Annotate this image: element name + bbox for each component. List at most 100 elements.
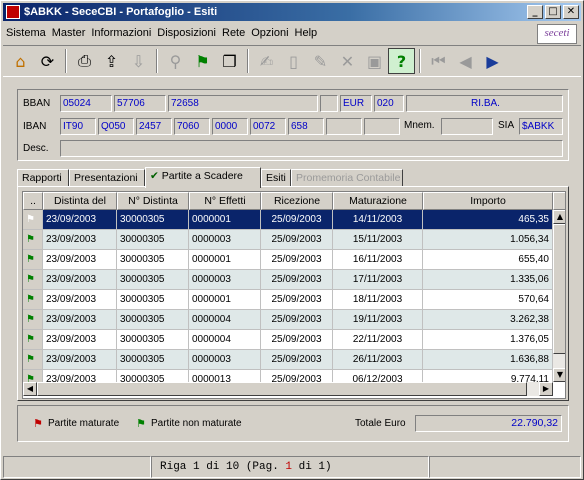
menu-master[interactable]: Master [49, 27, 89, 39]
column-header[interactable]: Maturazione [333, 192, 423, 210]
iban-field-5[interactable]: 0000 [212, 118, 248, 135]
menu-rete[interactable]: Rete [219, 27, 248, 39]
tab-esiti[interactable]: Esiti [261, 169, 291, 187]
menu-informazioni[interactable]: Informazioni [88, 27, 154, 39]
currency-field[interactable]: EUR [340, 95, 372, 112]
table-cell: 23/09/2003 [43, 250, 117, 270]
menu-help[interactable]: Help [292, 27, 321, 39]
tab-partite-a-scadere-label: Partite a Scadere [161, 170, 243, 182]
scroll-right-icon[interactable]: ▶ [539, 382, 553, 396]
green-flag-icon: ⚑ [23, 330, 43, 350]
copy-icon[interactable]: ❐ [216, 48, 243, 74]
close-button[interactable]: ✕ [563, 5, 579, 19]
flag-icon[interactable]: ⚑ [189, 48, 216, 74]
bban-field-cab[interactable]: 57706 [114, 95, 166, 112]
search-icon: ⚲ [169, 51, 182, 71]
table-cell: 30000305 [117, 270, 189, 290]
sia-field[interactable]: $ABKK [519, 118, 563, 135]
table-cell: 23/09/2003 [43, 290, 117, 310]
horizontal-scrollbar[interactable]: ◀ ▶ [23, 382, 553, 396]
upload-icon[interactable]: ⇪ [98, 48, 125, 74]
iban-field-1[interactable]: IT90 [60, 118, 96, 135]
table-cell: 18/11/2003 [333, 290, 423, 310]
table-cell: 465,35 [423, 210, 553, 230]
service-type-field[interactable]: RI.BA. [406, 95, 563, 112]
not-matured-label: Partite non maturate [151, 418, 242, 429]
table-row[interactable]: ⚑ 23/09/2003 30000305 0000003 25/09/2003 26/1… [23, 350, 553, 370]
app-icon[interactable] [6, 5, 20, 19]
vertical-scrollbar[interactable]: ▲ ▼ [553, 210, 565, 382]
green-flag-icon: ⚑ [136, 417, 146, 430]
table-row[interactable]: ⚑ 23/09/2003 30000305 0000001 25/09/2003 16/1… [23, 250, 553, 270]
bban-field-abi[interactable]: 05024 [60, 95, 112, 112]
menu-disposizioni[interactable]: Disposizioni [154, 27, 219, 39]
seceti-logo: seceti [537, 24, 577, 44]
tab-presentazioni[interactable]: Presentazioni [69, 169, 145, 187]
scroll-up-icon[interactable]: ▲ [553, 210, 565, 224]
iban-field-6[interactable]: 0072 [250, 118, 286, 135]
toolbar-separator [419, 49, 421, 73]
bban-field-cin[interactable] [320, 95, 338, 112]
delete-icon: ✕ [340, 51, 355, 71]
vertical-scroll-thumb[interactable] [553, 224, 565, 354]
table-cell: 1.376,05 [423, 330, 553, 350]
print-icon[interactable]: ⎙ [71, 48, 98, 74]
table-cell: 0000003 [189, 230, 261, 250]
column-header[interactable]: Distinta del [43, 192, 117, 210]
table-row[interactable]: ⚑ 23/09/2003 30000305 0000003 25/09/2003 17/1… [23, 270, 553, 290]
refresh-icon[interactable]: ⟳ [34, 48, 61, 74]
table-cell: 3.262,38 [423, 310, 553, 330]
home-icon[interactable]: ⌂ [7, 48, 34, 74]
mnem-field[interactable] [441, 118, 493, 135]
scroll-down-icon[interactable]: ▼ [553, 368, 565, 382]
table-row[interactable]: ⚑ 23/09/2003 30000305 0000001 25/09/2003 18/1… [23, 290, 553, 310]
iban-field-2[interactable]: Q050 [98, 118, 134, 135]
download-icon: ⇩ [131, 51, 146, 71]
bban-field-conto[interactable]: 72658 [168, 95, 318, 112]
code-field[interactable]: 020 [374, 95, 404, 112]
green-flag-icon: ⚑ [23, 210, 43, 230]
table-cell: 17/11/2003 [333, 270, 423, 290]
next-record-icon[interactable]: ▶ [479, 48, 506, 74]
table-row[interactable]: ⚑ 23/09/2003 30000305 0000003 25/09/2003 15/1… [23, 230, 553, 250]
menu-sistema[interactable]: Sistema [3, 27, 49, 39]
column-header[interactable]: Ricezione [261, 192, 333, 210]
minimize-button[interactable]: _ [527, 5, 543, 19]
desc-field[interactable] [60, 140, 563, 157]
column-header[interactable]: Importo [423, 192, 553, 210]
green-flag-icon: ⚑ [23, 230, 43, 250]
tab-partite-a-scadere[interactable]: ✔ Partite a Scadere [145, 167, 261, 188]
status-text-after: di 1) [292, 461, 332, 473]
table-cell: 22/11/2003 [333, 330, 423, 350]
horizontal-scroll-thumb[interactable] [37, 382, 527, 396]
iban-field-9[interactable] [364, 118, 400, 135]
iban-field-3[interactable]: 2457 [136, 118, 172, 135]
table-cell: 30000305 [117, 350, 189, 370]
menu-opzioni[interactable]: Opzioni [248, 27, 291, 39]
table-cell: 30000305 [117, 330, 189, 350]
table-row[interactable]: ⚑ 23/09/2003 30000305 0000004 25/09/2003 22/1… [23, 330, 553, 350]
table-row[interactable]: ⚑ 23/09/2003 30000305 0000001 25/09/2003 14/1… [23, 210, 553, 230]
help-icon[interactable]: ? [388, 48, 415, 74]
column-header[interactable]: N° Distinta [117, 192, 189, 210]
table-cell: 14/11/2003 [333, 210, 423, 230]
maximize-button[interactable]: □ [545, 5, 561, 19]
tab-rapporti[interactable]: Rapporti [17, 169, 69, 187]
table-cell: 0000003 [189, 270, 261, 290]
title-bar[interactable]: $ABKK - SeceCBI - Portafoglio - Esiti _ … [3, 3, 581, 21]
scroll-left-icon[interactable]: ◀ [23, 382, 37, 396]
prev-record-icon: ◀ [459, 51, 472, 71]
green-flag-icon: ⚑ [23, 310, 43, 330]
table-cell: 25/09/2003 [261, 290, 333, 310]
red-flag-icon: ⚑ [33, 417, 43, 430]
green-flag-icon: ⚑ [23, 290, 43, 310]
iban-field-7[interactable]: 658 [288, 118, 324, 135]
desc-label: Desc. [23, 143, 49, 154]
table-row[interactable]: ⚑ 23/09/2003 30000305 0000004 25/09/2003 19/1… [23, 310, 553, 330]
iban-field-4[interactable]: 7060 [174, 118, 210, 135]
column-header[interactable]: N° Effetti [189, 192, 261, 210]
table-cell: 0000004 [189, 310, 261, 330]
iban-field-8[interactable] [326, 118, 362, 135]
column-header[interactable]: .. [23, 192, 43, 210]
table-cell: 30000305 [117, 230, 189, 250]
